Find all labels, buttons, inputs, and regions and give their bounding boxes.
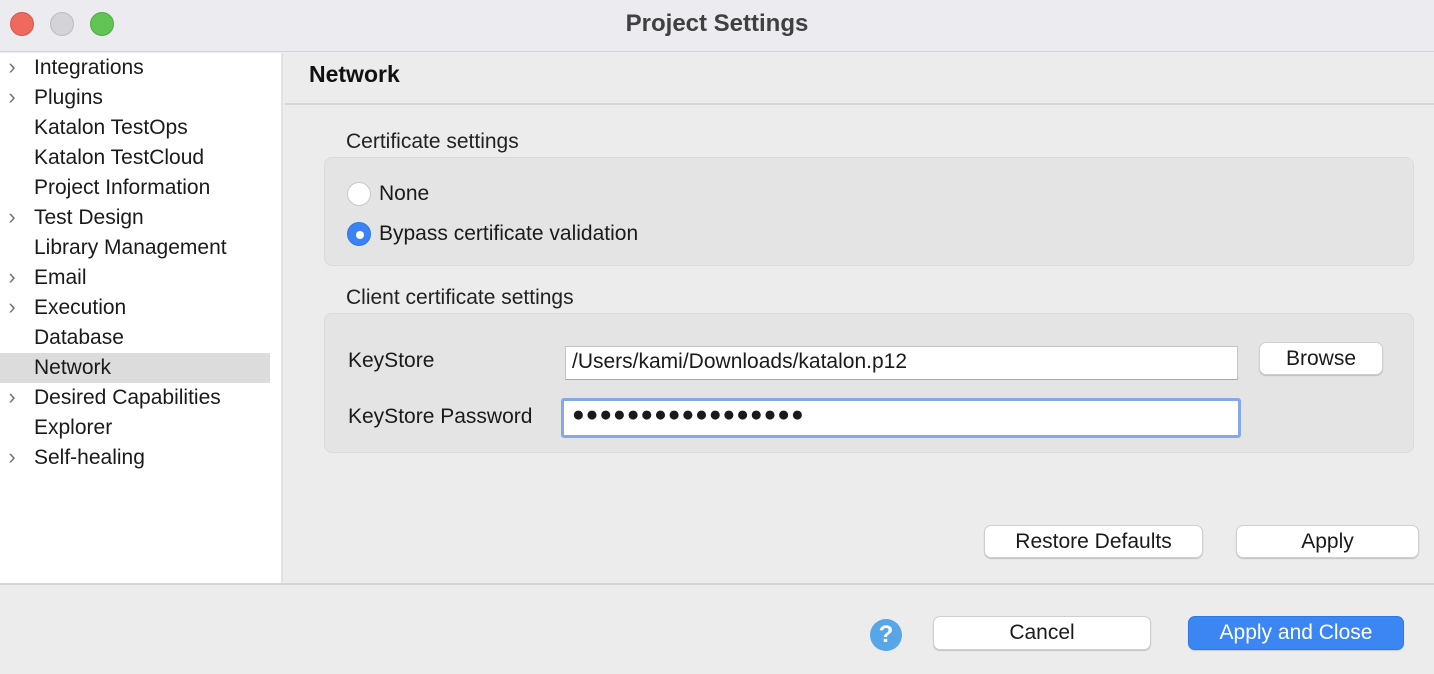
sidebar-item-label: Email <box>34 266 87 289</box>
sidebar-item-label: Integrations <box>34 56 144 79</box>
sidebar-item-label: Test Design <box>34 206 144 229</box>
sidebar-item-network[interactable]: Network <box>0 353 270 383</box>
sidebar-item-label: Library Management <box>34 236 227 259</box>
settings-tree: › Integrations › Plugins Katalon TestOps Kata… <box>0 53 283 583</box>
certificate-settings-label: Certificate settings <box>346 130 519 153</box>
sidebar-item-desired-capabilities[interactable]: › Desired Capabilities <box>0 383 270 413</box>
keystore-password-input[interactable]: ●●●●●●●●●●●●●●●●● <box>561 398 1241 438</box>
radio-label: Bypass certificate validation <box>379 222 639 245</box>
page-header: Network <box>285 53 1434 105</box>
browse-button[interactable]: Browse <box>1259 342 1383 375</box>
chevron-right-icon[interactable]: › <box>3 263 21 293</box>
radio-label: None <box>379 182 430 205</box>
sidebar-item-plugins[interactable]: › Plugins <box>0 83 270 113</box>
chevron-right-icon[interactable]: › <box>3 293 21 323</box>
keystore-label: KeyStore <box>348 349 435 372</box>
sidebar-item-label: Execution <box>34 296 127 319</box>
dialog-footer: ? Cancel Apply and Close <box>0 583 1434 674</box>
sidebar-item-label: Desired Capabilities <box>34 386 221 409</box>
cancel-button[interactable]: Cancel <box>933 616 1151 650</box>
help-icon[interactable]: ? <box>870 619 902 651</box>
apply-and-close-button[interactable]: Apply and Close <box>1188 616 1404 650</box>
sidebar-item-label: Network <box>34 356 112 379</box>
settings-page: Network Certificate settings None Bypass… <box>285 53 1434 583</box>
radio-none[interactable]: None <box>347 180 429 208</box>
sidebar-item-self-healing[interactable]: › Self-healing <box>0 443 270 473</box>
restore-defaults-button[interactable]: Restore Defaults <box>984 525 1203 558</box>
sidebar-item-label: Plugins <box>34 86 103 109</box>
sidebar-item-execution[interactable]: › Execution <box>0 293 270 323</box>
sidebar-item-integrations[interactable]: › Integrations <box>0 53 270 83</box>
chevron-right-icon[interactable]: › <box>3 383 21 413</box>
sidebar-item-project-information[interactable]: Project Information <box>0 173 270 203</box>
sidebar-item-label: Project Information <box>34 176 211 199</box>
title-bar: Project Settings <box>0 0 1434 52</box>
sidebar-item-katalon-testcloud[interactable]: Katalon TestCloud <box>0 143 270 173</box>
sidebar-item-email[interactable]: › Email <box>0 263 270 293</box>
sidebar-item-label: Database <box>34 326 124 349</box>
window-title: Project Settings <box>625 10 809 37</box>
sidebar-item-test-design[interactable]: › Test Design <box>0 203 270 233</box>
sidebar-item-katalon-testops[interactable]: Katalon TestOps <box>0 113 270 143</box>
keystore-password-label: KeyStore Password <box>348 405 533 428</box>
chevron-right-icon[interactable]: › <box>3 83 21 113</box>
keystore-path-input[interactable]: /Users/kami/Downloads/katalon.p12 <box>565 346 1238 380</box>
sidebar-item-label: Explorer <box>34 416 113 439</box>
sidebar-item-library-management[interactable]: Library Management <box>0 233 270 263</box>
sidebar-item-label: Self-healing <box>34 446 145 469</box>
certificate-settings-group: None Bypass certificate validation <box>324 157 1414 266</box>
client-certificate-settings-label: Client certificate settings <box>346 286 574 309</box>
sidebar-item-database[interactable]: Database <box>0 323 270 353</box>
radio-button-selected[interactable] <box>347 222 371 246</box>
chevron-right-icon[interactable]: › <box>3 53 21 83</box>
page-title: Network <box>309 61 400 87</box>
apply-button[interactable]: Apply <box>1236 525 1419 558</box>
sidebar-item-explorer[interactable]: Explorer <box>0 413 270 443</box>
sidebar-item-label: Katalon TestCloud <box>34 146 205 169</box>
chevron-right-icon[interactable]: › <box>3 203 21 233</box>
chevron-right-icon[interactable]: › <box>3 443 21 473</box>
client-certificate-settings-group: KeyStore /Users/kami/Downloads/katalon.p… <box>324 313 1414 453</box>
sidebar-item-label: Katalon TestOps <box>34 116 188 139</box>
radio-bypass-certificate-validation[interactable]: Bypass certificate validation <box>347 220 638 248</box>
radio-button[interactable] <box>347 182 371 206</box>
